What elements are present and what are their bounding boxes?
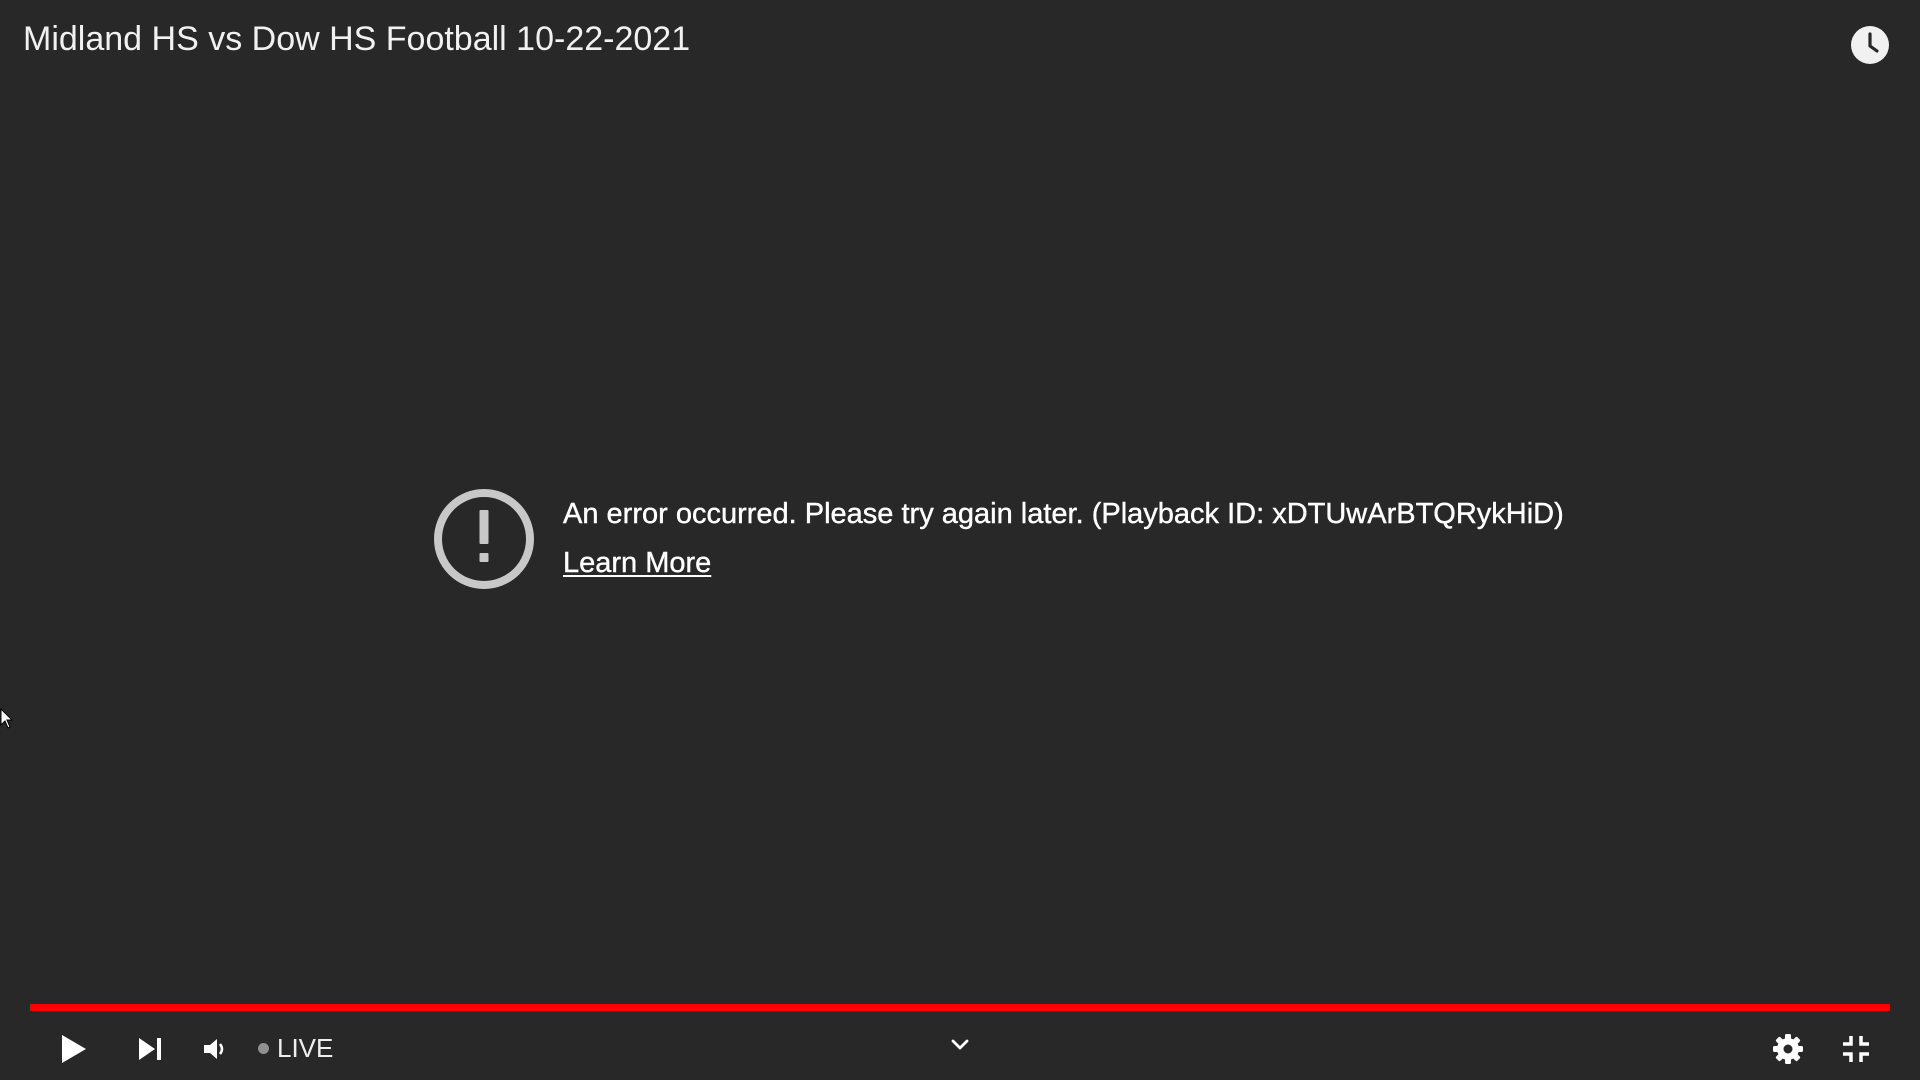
chevron-button[interactable]: [940, 1025, 980, 1065]
live-indicator-dot: [258, 1043, 269, 1054]
error-message: An error occurred. Please try again late…: [563, 498, 1564, 530]
exclamation-circle-icon: [434, 489, 534, 589]
live-label: LIVE: [277, 1033, 334, 1063]
learn-more-link[interactable]: Learn More: [563, 547, 712, 580]
play-button[interactable]: [54, 1029, 94, 1069]
exit-fullscreen-button[interactable]: [1836, 1029, 1876, 1069]
mute-button[interactable]: [196, 1029, 236, 1069]
video-player[interactable]: Midland HS vs Dow HS Football 10-22-2021…: [0, 0, 1920, 1080]
live-badge[interactable]: LIVE: [258, 1033, 333, 1064]
next-button[interactable]: [130, 1029, 170, 1069]
mouse-cursor-icon: [0, 708, 14, 729]
gear-icon: [1773, 1034, 1803, 1064]
play-icon: [62, 1035, 86, 1063]
progress-bar[interactable]: [30, 1004, 1890, 1011]
video-title[interactable]: Midland HS vs Dow HS Football 10-22-2021: [23, 20, 690, 59]
clock-icon: [1851, 26, 1889, 64]
skip-next-icon: [139, 1038, 161, 1060]
settings-button[interactable]: [1768, 1029, 1808, 1069]
exit-fullscreen-icon: [1843, 1036, 1869, 1062]
control-bar: LIVE: [0, 1015, 1920, 1080]
volume-icon: [204, 1039, 224, 1059]
chevron-down-icon: [951, 1039, 969, 1050]
watch-later-button[interactable]: [1850, 25, 1890, 65]
error-panel: An error occurred. Please try again late…: [433, 488, 1564, 590]
